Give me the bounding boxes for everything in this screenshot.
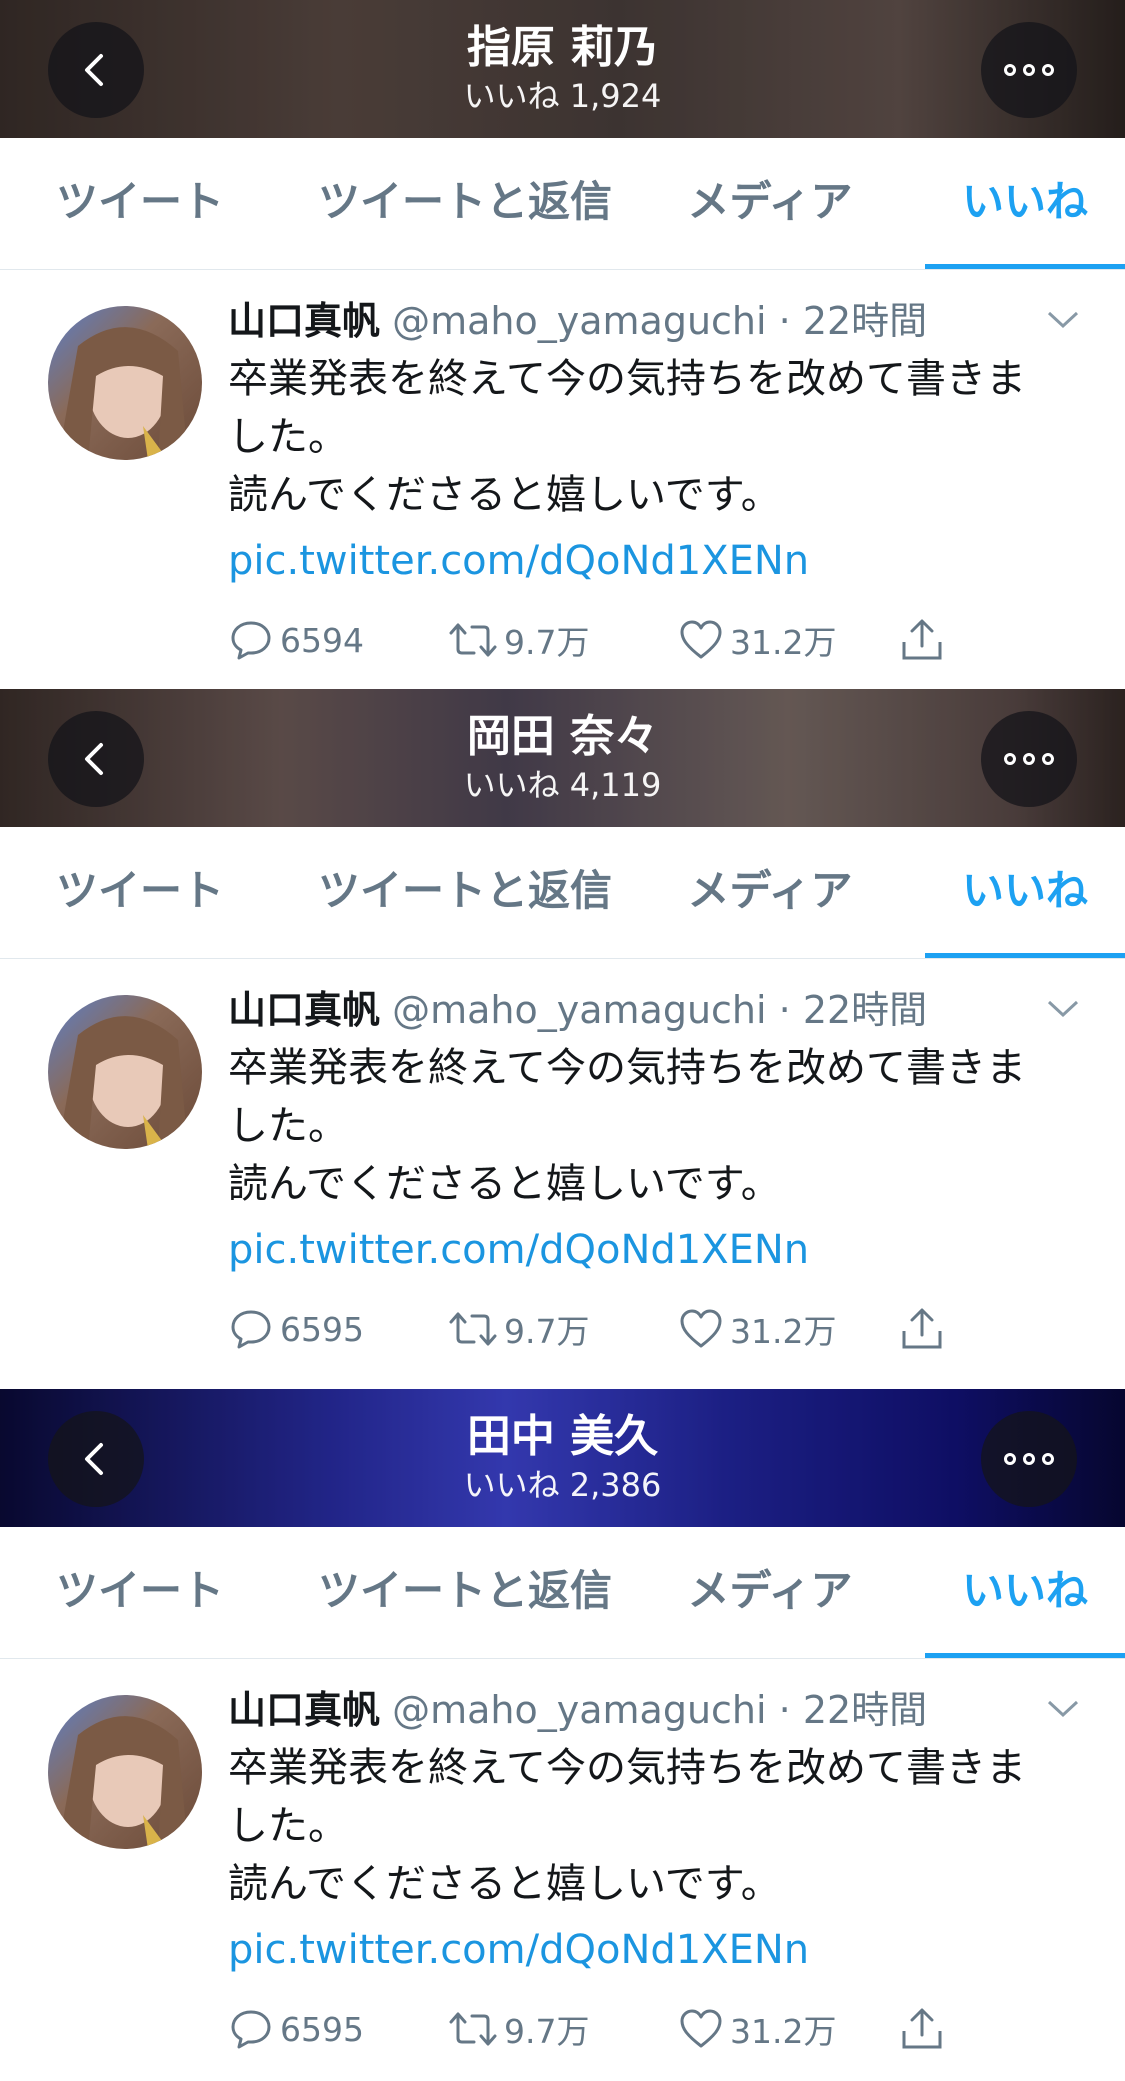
likes-count: いいね 1,924 <box>463 77 662 115</box>
reply-icon <box>231 621 271 660</box>
tweet-text-line: 卒業発表を終えて今の気持ちを改めて書きま <box>228 1045 1026 1091</box>
tweet-text-line: 卒業発表を終えて今の気持ちを改めて書きま <box>228 356 1026 402</box>
tweet-handle[interactable]: @maho_yamaguchi <box>392 988 766 1032</box>
like-count: 31.2万 <box>730 1312 837 1351</box>
tweet-text-line: 卒業発表を終えて今の気持ちを改めて書きま <box>228 1745 1026 1791</box>
share-button[interactable] <box>898 1999 946 2059</box>
share-icon <box>902 1308 942 1349</box>
tweet-text-line: した。 <box>228 1103 348 1149</box>
tweet-actions: 6594 9.7万 31.2万 <box>228 610 1048 670</box>
tweet-media-link[interactable]: pic.twitter.com/dQoNd1XENn <box>228 1921 809 1979</box>
tab-likes[interactable]: いいね <box>925 1527 1125 1658</box>
avatar[interactable] <box>48 306 202 460</box>
share-button[interactable] <box>898 1299 946 1359</box>
like-icon <box>680 2009 722 2048</box>
reply-count: 6595 <box>280 2009 364 2049</box>
likes-count: いいね 4,119 <box>463 766 662 804</box>
tweet[interactable]: 山口真帆 @maho_yamaguchi · 22時間 卒業発表を終えて今の気持… <box>0 1659 1125 2079</box>
like-button[interactable]: 31.2万 <box>678 1299 836 1359</box>
tab-tweets-replies[interactable]: ツイートと返信 <box>300 827 630 958</box>
tab-tweets-replies[interactable]: ツイートと返信 <box>300 138 630 269</box>
tweet-author-name[interactable]: 山口真帆 <box>228 1688 380 1732</box>
retweet-icon <box>449 1312 497 1346</box>
tab-media[interactable]: メディア <box>670 1527 870 1658</box>
caret-down-icon[interactable] <box>1046 310 1080 330</box>
caret-down-icon[interactable] <box>1046 999 1080 1019</box>
share-icon <box>902 619 942 660</box>
tweet-text-line: 読んでくださると嬉しいです。 <box>228 1861 781 1907</box>
tweet-text-line: 読んでくださると嬉しいです。 <box>228 1161 781 1207</box>
share-button[interactable] <box>898 610 946 670</box>
tab-tweets[interactable]: ツイート <box>30 1527 250 1658</box>
tweet-text-line: 読んでくださると嬉しいです。 <box>228 472 781 518</box>
tweet-handle[interactable]: @maho_yamaguchi <box>392 1688 766 1732</box>
like-button[interactable]: 31.2万 <box>678 610 836 670</box>
profile-tabs: ツイート ツイートと返信 メディア いいね <box>0 827 1125 959</box>
profile-name: 田中 美久 <box>466 1411 659 1462</box>
tweet-author-name[interactable]: 山口真帆 <box>228 299 380 343</box>
reply-count: 6595 <box>280 1309 364 1349</box>
like-icon <box>680 620 722 659</box>
tweet-media-link[interactable]: pic.twitter.com/dQoNd1XENn <box>228 1221 809 1279</box>
reply-icon <box>231 2010 271 2049</box>
avatar[interactable] <box>48 1695 202 1849</box>
tweet-handle[interactable]: @maho_yamaguchi <box>392 299 766 343</box>
profile-tabs: ツイート ツイートと返信 メディア いいね <box>0 1527 1125 1659</box>
tweet-header: 山口真帆 @maho_yamaguchi · 22時間 <box>228 294 1028 348</box>
profile-name: 岡田 奈々 <box>466 711 659 762</box>
retweet-icon <box>449 623 497 657</box>
avatar[interactable] <box>48 995 202 1149</box>
tweet-author-name[interactable]: 山口真帆 <box>228 988 380 1032</box>
retweet-count: 9.7万 <box>504 1312 590 1351</box>
like-count: 31.2万 <box>730 2012 837 2051</box>
tweet-text: 卒業発表を終えて今の気持ちを改めて書きま した。 読んでくださると嬉しいです。 <box>228 1739 1088 1913</box>
more-button[interactable] <box>981 1411 1077 1507</box>
more-button[interactable] <box>981 22 1077 118</box>
retweet-button[interactable]: 9.7万 <box>448 610 589 670</box>
tweet-text-line: した。 <box>228 414 348 460</box>
tab-tweets[interactable]: ツイート <box>30 827 250 958</box>
profile-tabs: ツイート ツイートと返信 メディア いいね <box>0 138 1125 270</box>
tweet[interactable]: 山口真帆 @maho_yamaguchi · 22時間 卒業発表を終えて今の気持… <box>0 270 1125 690</box>
likes-count: いいね 2,386 <box>463 1466 662 1504</box>
more-button[interactable] <box>981 711 1077 807</box>
retweet-count: 9.7万 <box>504 623 590 662</box>
tweet-media-link[interactable]: pic.twitter.com/dQoNd1XENn <box>228 532 809 590</box>
retweet-count: 9.7万 <box>504 2012 590 2051</box>
tweet-actions: 6595 9.7万 31.2万 <box>228 1299 1048 1359</box>
like-button[interactable]: 31.2万 <box>678 1999 836 2059</box>
share-icon <box>902 2008 942 2049</box>
more-icon <box>1004 753 1054 765</box>
caret-down-icon[interactable] <box>1046 1699 1080 1719</box>
more-icon <box>1004 1453 1054 1465</box>
retweet-button[interactable]: 9.7万 <box>448 1299 589 1359</box>
tweet-header: 山口真帆 @maho_yamaguchi · 22時間 <box>228 1683 1028 1737</box>
tweet-text: 卒業発表を終えて今の気持ちを改めて書きま した。 読んでくださると嬉しいです。 <box>228 1039 1088 1213</box>
tab-tweets[interactable]: ツイート <box>30 138 250 269</box>
tweet[interactable]: 山口真帆 @maho_yamaguchi · 22時間 卒業発表を終えて今の気持… <box>0 959 1125 1379</box>
retweet-icon <box>449 2012 497 2046</box>
reply-button[interactable]: 6594 <box>228 610 364 670</box>
reply-icon <box>231 1310 271 1349</box>
retweet-button[interactable]: 9.7万 <box>448 1999 589 2059</box>
tweet-time: · 22時間 <box>778 1688 928 1732</box>
tab-likes[interactable]: いいね <box>925 138 1125 269</box>
tab-likes[interactable]: いいね <box>925 827 1125 958</box>
reply-button[interactable]: 6595 <box>228 1299 364 1359</box>
reply-button[interactable]: 6595 <box>228 1999 364 2059</box>
tweet-header: 山口真帆 @maho_yamaguchi · 22時間 <box>228 983 1028 1037</box>
tweet-actions: 6595 9.7万 31.2万 <box>228 1999 1048 2059</box>
tab-media[interactable]: メディア <box>670 138 870 269</box>
tweet-time: · 22時間 <box>778 299 928 343</box>
reply-count: 6594 <box>280 620 364 660</box>
tab-media[interactable]: メディア <box>670 827 870 958</box>
tweet-text-line: した。 <box>228 1803 348 1849</box>
tweet-time: · 22時間 <box>778 988 928 1032</box>
tweet-text: 卒業発表を終えて今の気持ちを改めて書きま した。 読んでくださると嬉しいです。 <box>228 350 1088 524</box>
tab-tweets-replies[interactable]: ツイートと返信 <box>300 1527 630 1658</box>
like-icon <box>680 1309 722 1348</box>
like-count: 31.2万 <box>730 623 837 662</box>
more-icon <box>1004 64 1054 76</box>
profile-name: 指原 莉乃 <box>466 22 659 73</box>
